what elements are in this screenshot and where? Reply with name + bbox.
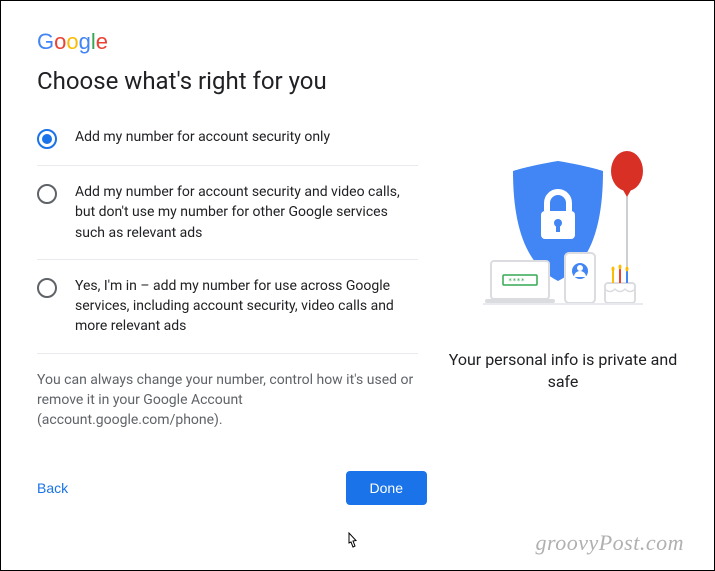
option-label: Yes, I'm in – add my number for use acro… <box>75 276 418 337</box>
privacy-illustration: **** <box>463 141 663 331</box>
options-list: Add my number for account security only … <box>37 121 418 431</box>
cursor-icon <box>343 531 361 558</box>
footnote-text: You can always change your number, contr… <box>37 354 418 431</box>
radio-icon <box>37 184 57 204</box>
option-security-only[interactable]: Add my number for account security only <box>37 121 418 166</box>
radio-icon <box>37 278 57 298</box>
option-label: Add my number for account security and v… <box>75 182 418 243</box>
option-label: Add my number for account security only <box>75 127 330 147</box>
watermark-text: groovyPost.com <box>535 530 684 556</box>
page-title: Choose what's right for you <box>37 67 678 95</box>
radio-icon <box>37 129 57 149</box>
option-all-services[interactable]: Yes, I'm in – add my number for use acro… <box>37 260 418 354</box>
done-button[interactable]: Done <box>346 471 427 505</box>
svg-text:****: **** <box>508 277 525 285</box>
google-logo: Google <box>37 29 678 53</box>
back-button[interactable]: Back <box>37 480 68 496</box>
option-security-and-video[interactable]: Add my number for account security and v… <box>37 166 418 260</box>
illustration-caption: Your personal info is private and safe <box>448 349 678 394</box>
